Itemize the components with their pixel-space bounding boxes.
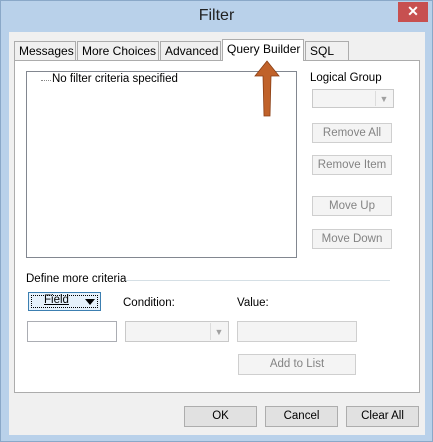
- annotation-arrow-shape: [254, 60, 280, 117]
- condition-label: Condition:: [123, 297, 175, 309]
- dropdown-triangle-icon: [85, 299, 95, 305]
- annotation-arrow-icon: [254, 60, 280, 117]
- chevron-down-icon: ▼: [375, 91, 392, 106]
- group-divider: [126, 280, 390, 281]
- dialog-title: Filter: [198, 7, 235, 24]
- move-up-button[interactable]: Move Up: [312, 196, 392, 216]
- query-builder-panel: No filter criteria specified Logical Gro…: [14, 60, 420, 393]
- value-textbox[interactable]: [237, 321, 357, 342]
- tab-more-choices[interactable]: More Choices: [77, 41, 159, 60]
- cancel-button[interactable]: Cancel: [265, 406, 338, 427]
- remove-item-button[interactable]: Remove Item: [312, 155, 392, 175]
- chevron-down-icon: ▼: [210, 323, 227, 340]
- list-item[interactable]: No filter criteria specified: [52, 73, 178, 85]
- tab-sql[interactable]: SQL: [305, 41, 349, 60]
- tree-connector: [41, 80, 51, 81]
- field-textbox[interactable]: [27, 321, 117, 342]
- close-button[interactable]: ✕: [398, 2, 428, 22]
- title-bar: Filter ✕: [1, 1, 432, 32]
- remove-all-button[interactable]: Remove All: [312, 123, 392, 143]
- value-label: Value:: [237, 297, 269, 309]
- tab-advanced[interactable]: Advanced: [160, 41, 221, 60]
- tab-messages[interactable]: Messages: [14, 41, 76, 60]
- dialog-client: Messages More Choices Advanced Query Bui…: [9, 32, 425, 435]
- condition-select[interactable]: ▼: [125, 321, 229, 342]
- logical-group-label: Logical Group: [310, 72, 382, 84]
- tab-label: More Choices: [82, 44, 157, 58]
- close-icon: ✕: [407, 3, 419, 19]
- tab-label: Advanced: [165, 44, 219, 58]
- tab-label: Query Builder: [227, 42, 301, 56]
- logical-group-select[interactable]: ▼: [312, 89, 394, 108]
- clear-all-button[interactable]: Clear All: [346, 406, 419, 427]
- ok-button[interactable]: OK: [184, 406, 257, 427]
- add-to-list-button[interactable]: Add to List: [238, 354, 356, 375]
- tab-label: SQL: [310, 44, 335, 58]
- tab-label: Messages: [19, 44, 74, 58]
- field-button-label: Field: [44, 294, 69, 306]
- define-criteria-label: Define more criteria: [26, 273, 127, 285]
- filter-dialog: Filter ✕ Messages More Choices Advanced …: [0, 0, 433, 442]
- field-dropdown-button[interactable]: Field: [28, 292, 101, 311]
- move-down-button[interactable]: Move Down: [312, 229, 392, 249]
